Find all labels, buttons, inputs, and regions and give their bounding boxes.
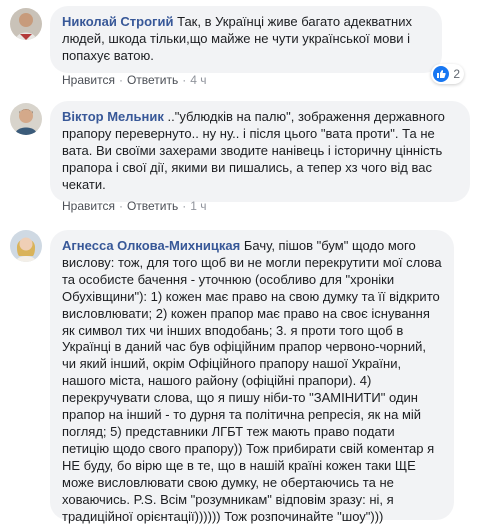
author-name[interactable]: Віктор Мельник — [62, 109, 164, 124]
separator-dot: · — [182, 73, 187, 87]
comment: Агнесса Олкова-Михницкая Бачу, пішов "бу… — [0, 222, 500, 524]
avatar[interactable] — [10, 8, 42, 40]
avatar[interactable] — [10, 230, 42, 262]
separator-dot: · — [118, 199, 123, 213]
like-icon — [433, 66, 450, 82]
comment-bubble: Николай Строгий Так, в Українці живе баг… — [50, 6, 442, 73]
comment: Віктор Мельник .."ублюдків на палю", зоб… — [0, 95, 500, 220]
reply-link[interactable]: Ответить — [127, 73, 178, 87]
reply-link[interactable]: Ответить — [127, 199, 178, 213]
timestamp[interactable]: 1 ч — [190, 199, 206, 213]
comment-bubble: Агнесса Олкова-Михницкая Бачу, пішов "бу… — [50, 230, 454, 524]
avatar[interactable] — [10, 103, 42, 135]
author-name[interactable]: Агнесса Олкова-Михницкая — [62, 238, 240, 253]
comment-bubble: Віктор Мельник .."ублюдків на палю", зоб… — [50, 101, 470, 202]
separator-dot: · — [118, 73, 123, 87]
comment: Николай Строгий Так, в Українці живе баг… — [0, 0, 500, 95]
separator-dot: · — [182, 199, 187, 213]
timestamp[interactable]: 4 ч — [190, 73, 206, 87]
like-link[interactable]: Нравится — [62, 199, 115, 213]
comment-actions: Нравится · Ответить · 1 ч — [62, 199, 207, 213]
comment-actions: Нравится · Ответить · 4 ч — [62, 73, 207, 87]
like-link[interactable]: Нравится — [62, 73, 115, 87]
author-name[interactable]: Николай Строгий — [62, 14, 173, 29]
comment-text: Бачу, пішов "бум" щодо мого вислову: тож… — [62, 238, 442, 524]
reactions-count: 2 — [453, 67, 460, 81]
reactions-badge[interactable]: 2 — [431, 64, 464, 84]
